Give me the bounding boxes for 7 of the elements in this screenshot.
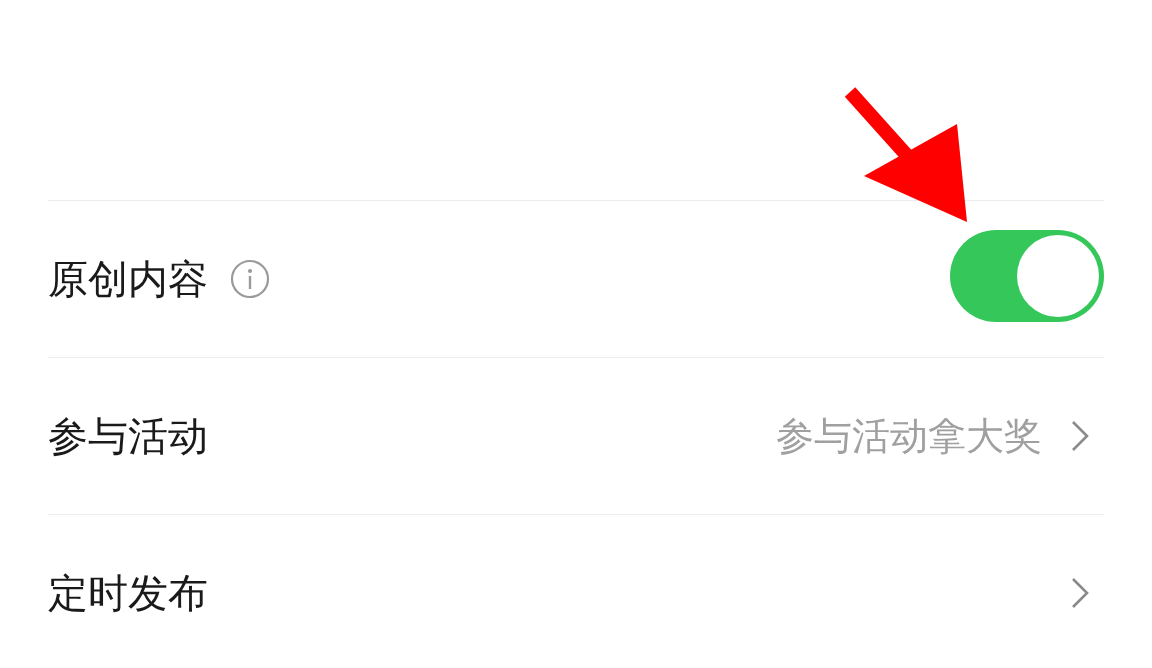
setting-label: 原创内容 [48,254,208,304]
chevron-icon[interactable] [1070,576,1090,610]
setting-label: 定时发布 [48,568,208,618]
info-icon[interactable] [230,259,270,299]
setting-label: 参与活动 [48,411,208,461]
chevron-icon[interactable] [1070,419,1090,453]
setting-value: 参与活动拿大奖 [776,412,1042,460]
